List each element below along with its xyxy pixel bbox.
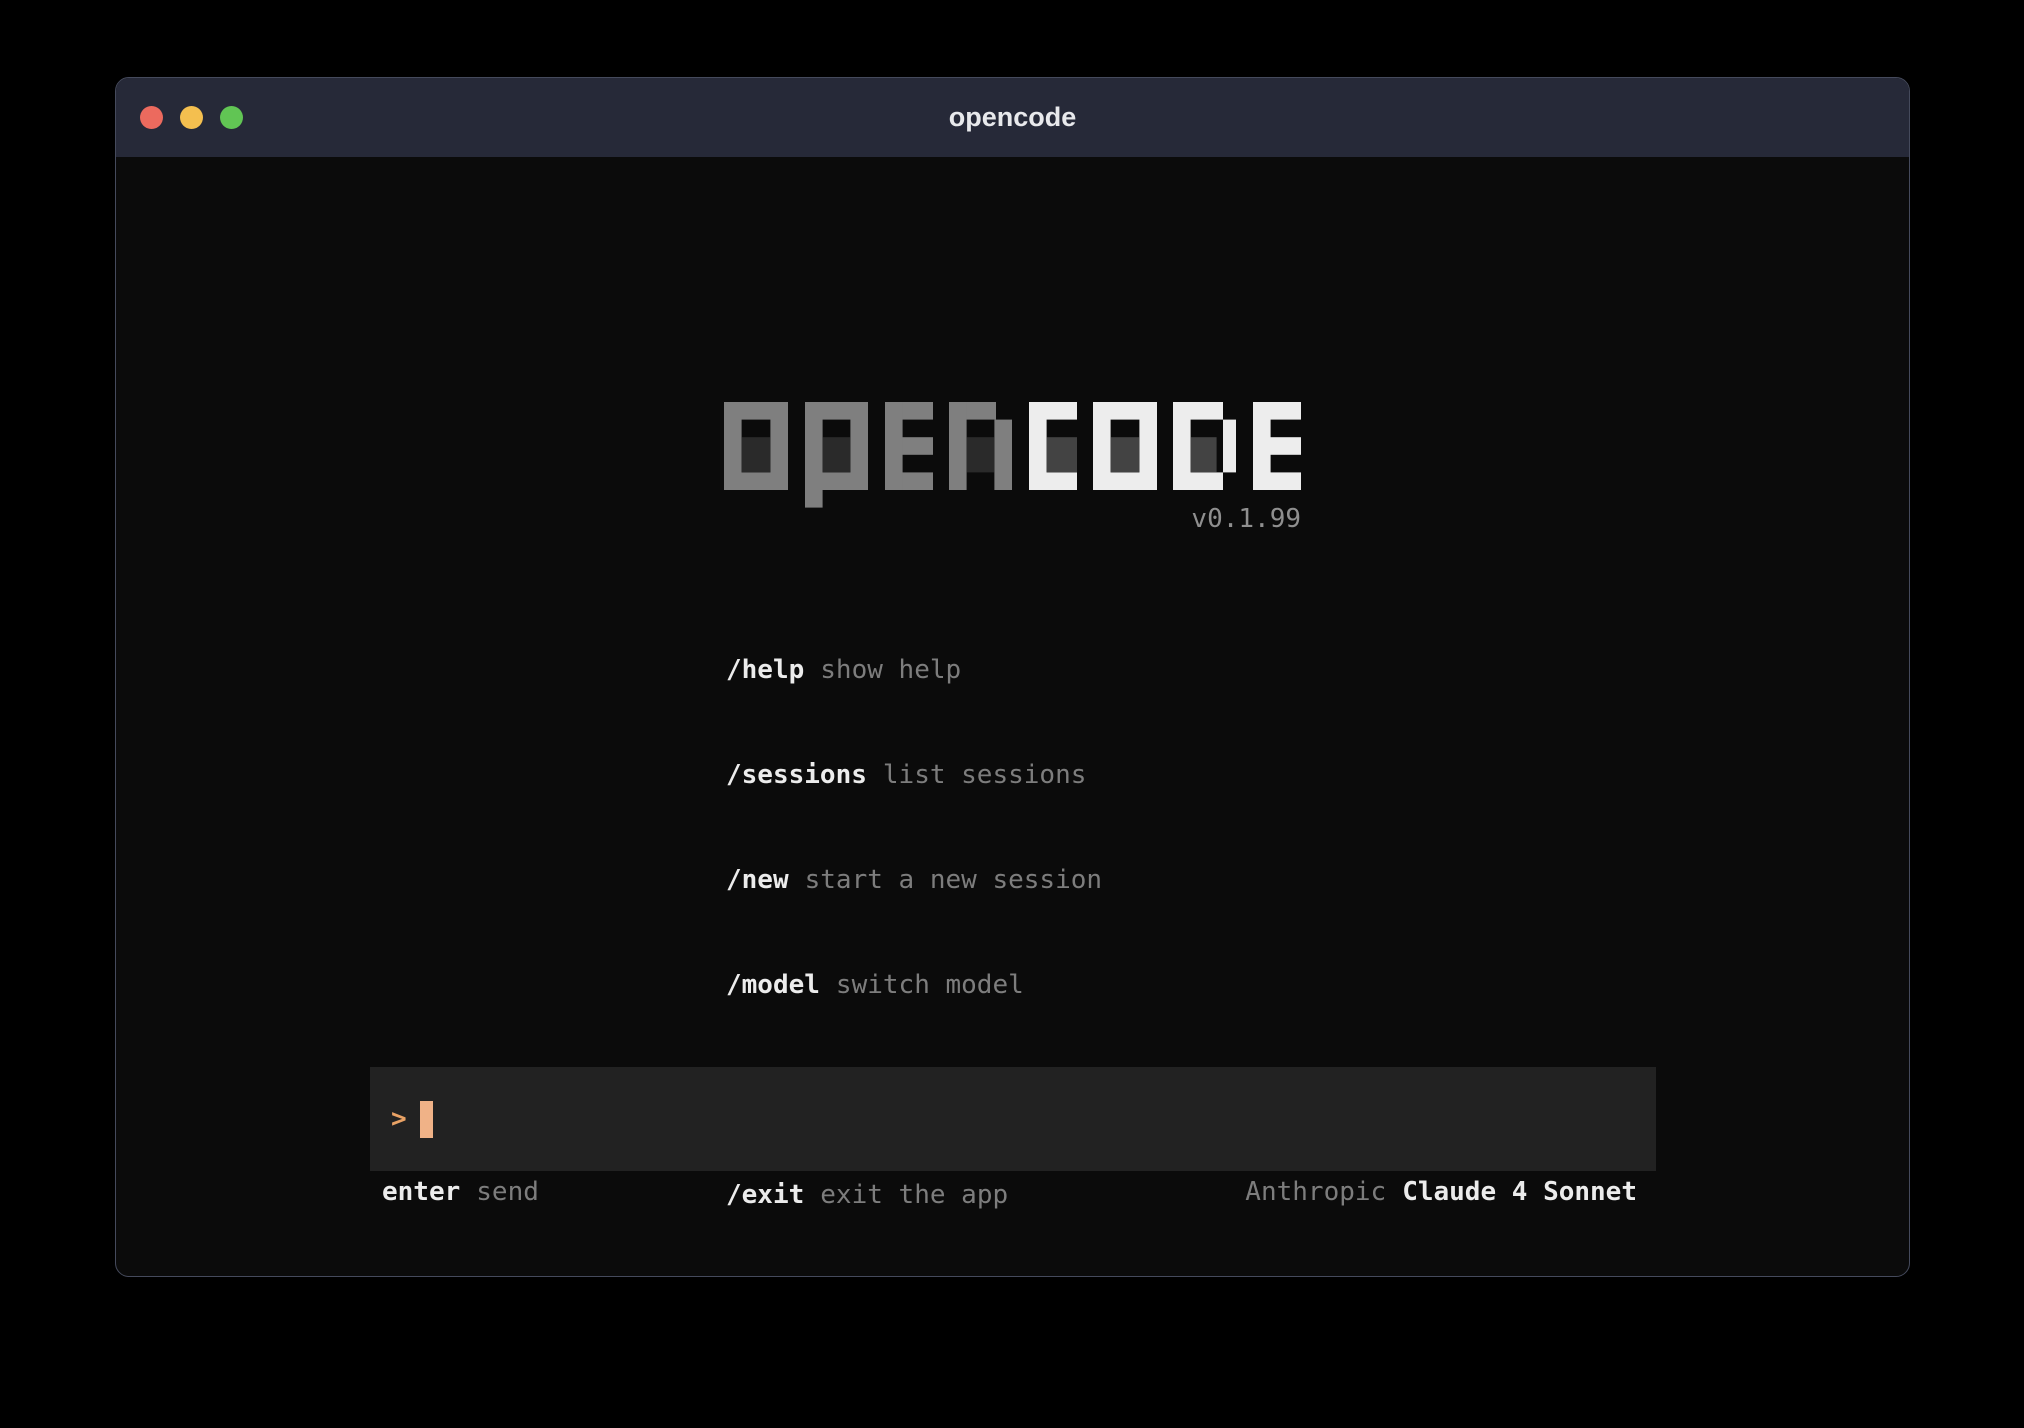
- command-description: list sessions: [883, 760, 1087, 790]
- window-titlebar[interactable]: opencode: [116, 78, 1909, 157]
- prompt-symbol: >: [391, 1104, 407, 1134]
- command-item-new: /new start a new session: [726, 863, 1102, 898]
- command-item-model: /model switch model: [726, 968, 1102, 1003]
- command-list: /help show help /sessions list sessions /n…: [726, 583, 1102, 1277]
- keybind-key: enter: [382, 1177, 460, 1207]
- keybind-action: send: [476, 1177, 539, 1207]
- model-name: Claude 4 Sonnet: [1402, 1177, 1637, 1207]
- close-window-button[interactable]: [140, 106, 163, 129]
- command-name: /sessions: [726, 760, 867, 790]
- command-name: /help: [726, 655, 804, 685]
- traffic-lights: [140, 78, 243, 157]
- command-description: switch model: [836, 970, 1024, 1000]
- model-provider: Anthropic: [1245, 1177, 1386, 1207]
- terminal-content: v0.1.99 /help show help /sessions list ses…: [116, 157, 1909, 1277]
- status-bar: enter send Anthropic Claude 4 Sonnet: [370, 1176, 1656, 1208]
- command-description: show help: [820, 655, 961, 685]
- opencode-window: opencode: [115, 77, 1910, 1277]
- text-cursor: [420, 1101, 433, 1138]
- model-indicator: Anthropic Claude 4 Sonnet: [1245, 1176, 1637, 1208]
- minimize-window-button[interactable]: [180, 106, 203, 129]
- zoom-window-button[interactable]: [220, 106, 243, 129]
- window-title: opencode: [949, 102, 1077, 133]
- message-input[interactable]: >: [370, 1067, 1656, 1171]
- command-description: start a new session: [805, 865, 1102, 895]
- keybind-hint: enter send: [382, 1176, 539, 1208]
- version-label: v0.1.99: [724, 504, 1301, 534]
- command-item-sessions: /sessions list sessions: [726, 758, 1102, 793]
- command-name: /model: [726, 970, 820, 1000]
- command-item-help: /help show help: [726, 653, 1102, 688]
- opencode-logo: [724, 402, 1301, 508]
- command-name: /new: [726, 865, 789, 895]
